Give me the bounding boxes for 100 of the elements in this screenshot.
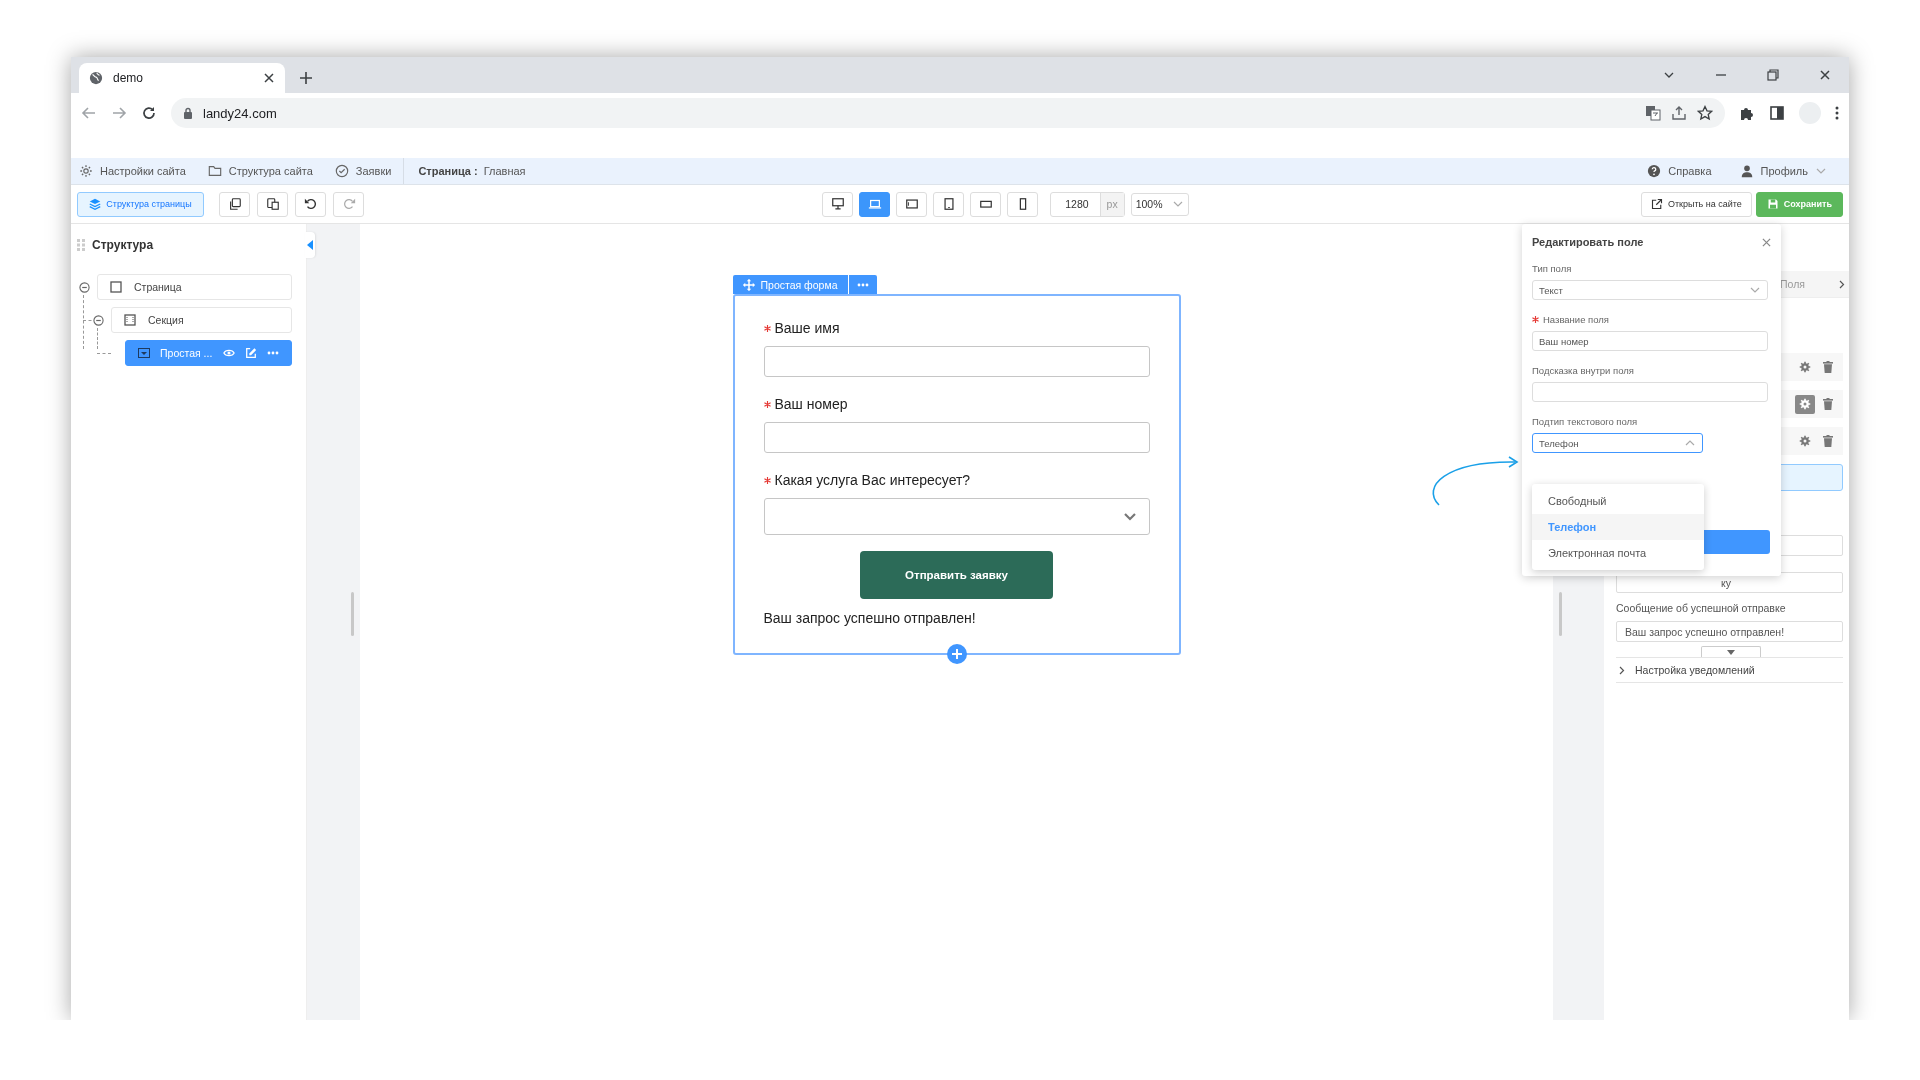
paste-button[interactable] bbox=[257, 191, 288, 217]
field-label: Какая услуга Вас интересует? bbox=[774, 472, 971, 488]
profile-menu[interactable]: Профиль bbox=[1739, 164, 1827, 178]
add-block-icon[interactable] bbox=[946, 644, 967, 664]
close-icon[interactable] bbox=[1819, 69, 1831, 81]
user-icon bbox=[1739, 164, 1754, 178]
copy-icon bbox=[227, 197, 242, 211]
external-link-icon bbox=[1650, 198, 1663, 210]
laptop-icon bbox=[867, 197, 882, 211]
save-icon bbox=[1766, 198, 1779, 210]
help-icon bbox=[1647, 164, 1662, 178]
translate-icon[interactable] bbox=[1645, 105, 1661, 121]
more-icon[interactable] bbox=[267, 351, 279, 355]
input-field[interactable] bbox=[763, 422, 1150, 453]
trash-icon[interactable] bbox=[1823, 361, 1833, 373]
scrollbar[interactable] bbox=[1559, 592, 1562, 636]
chevron-right-icon bbox=[1619, 665, 1625, 675]
browser-tab[interactable]: demo bbox=[79, 63, 285, 93]
page-label: Страница : bbox=[418, 165, 478, 177]
reload-icon[interactable] bbox=[141, 105, 157, 121]
address-bar[interactable]: landy24.com bbox=[171, 98, 1725, 128]
field-label: Подтип текстового поля bbox=[1532, 416, 1638, 427]
select-field[interactable]: Телефон bbox=[1532, 433, 1703, 453]
field-label: Тип поля bbox=[1532, 263, 1572, 274]
notifications-section[interactable]: Настройка уведомлений bbox=[1619, 658, 1849, 682]
input-field[interactable]: Ваш запрос успешно отправлен! bbox=[1616, 621, 1843, 642]
nav-link[interactable]: Структура сайта bbox=[207, 164, 313, 178]
redo-button[interactable] bbox=[333, 191, 364, 217]
undo-button[interactable] bbox=[295, 191, 326, 217]
field-label: Подсказка внутри поля bbox=[1532, 365, 1634, 376]
help-link[interactable]: Справка bbox=[1647, 164, 1712, 178]
close-tab-icon[interactable] bbox=[263, 72, 275, 84]
chevron-down-icon bbox=[1122, 511, 1137, 522]
star-icon[interactable] bbox=[1697, 105, 1713, 121]
tree-item[interactable]: Страница bbox=[97, 274, 292, 300]
input-field[interactable] bbox=[1532, 382, 1768, 402]
block-menu-button[interactable] bbox=[848, 275, 877, 294]
check-circle-icon bbox=[334, 164, 349, 178]
tablet-icon bbox=[941, 197, 956, 211]
dropdown-option[interactable]: Электронная почта bbox=[1532, 540, 1704, 566]
undo-icon bbox=[303, 197, 318, 211]
open-on-site-button[interactable]: Открыть на сайте bbox=[1640, 191, 1752, 217]
layers-icon bbox=[89, 198, 102, 210]
input-field[interactable] bbox=[763, 346, 1150, 377]
field-label: Ваше имя bbox=[774, 320, 840, 336]
tablet-landscape-icon bbox=[904, 197, 919, 211]
tree-item[interactable]: Секция bbox=[111, 307, 292, 333]
move-icon bbox=[742, 278, 755, 291]
select-field[interactable] bbox=[763, 498, 1150, 535]
dropdown-option[interactable]: Свободный bbox=[1532, 488, 1704, 514]
input-field[interactable]: Ваш номер bbox=[1532, 331, 1768, 351]
puzzle-icon[interactable] bbox=[1739, 105, 1755, 121]
form-block[interactable]: Ваше имя Ваш номер Какая услуга Вас интересует? Отправить заявку Ваш запрос успешно отправлен! bbox=[732, 294, 1181, 655]
trash-icon[interactable] bbox=[1823, 398, 1833, 410]
desktop-icon bbox=[830, 197, 845, 211]
expand-tab[interactable] bbox=[1700, 646, 1761, 657]
restore-icon[interactable] bbox=[1767, 69, 1779, 81]
collapse-node-icon[interactable] bbox=[78, 281, 90, 293]
redo-icon bbox=[341, 197, 356, 211]
success-message: Ваш запрос успешно отправлен! bbox=[763, 610, 977, 626]
page-name: Главная bbox=[483, 165, 526, 177]
nav-link[interactable]: Настройки сайта bbox=[79, 164, 186, 178]
globe-icon bbox=[89, 71, 103, 85]
side-panel-icon[interactable] bbox=[1769, 105, 1785, 121]
back-icon[interactable] bbox=[81, 105, 97, 121]
copy-button[interactable] bbox=[219, 191, 250, 217]
new-tab-icon[interactable] bbox=[299, 71, 313, 85]
field-label: Название поля bbox=[1543, 314, 1609, 325]
form-icon bbox=[138, 348, 150, 358]
collapse-icon[interactable] bbox=[305, 232, 315, 258]
close-icon[interactable] bbox=[1762, 237, 1771, 247]
scrollbar[interactable] bbox=[351, 592, 354, 636]
zoom-select[interactable]: 100% bbox=[1130, 192, 1189, 216]
share-icon[interactable] bbox=[1671, 105, 1687, 121]
field-label: Сообщение об успешной отправке bbox=[1616, 602, 1787, 614]
lock-icon bbox=[183, 107, 193, 119]
gear-icon bbox=[79, 164, 93, 178]
page-structure-button[interactable]: Структура страницы bbox=[77, 191, 204, 217]
square-icon bbox=[110, 281, 122, 293]
menu-icon[interactable] bbox=[1835, 106, 1839, 120]
edit-icon[interactable] bbox=[245, 347, 257, 359]
submit-button[interactable]: Отправить заявку bbox=[860, 551, 1053, 599]
width-field[interactable]: 1280 px bbox=[1050, 191, 1125, 217]
popup-title: Редактировать поле bbox=[1532, 236, 1644, 248]
chevron-right-icon[interactable] bbox=[1839, 279, 1845, 289]
select-field[interactable]: Текст bbox=[1532, 280, 1768, 300]
more-icon bbox=[856, 282, 869, 287]
eye-icon[interactable] bbox=[223, 348, 235, 358]
forward-icon[interactable] bbox=[111, 105, 127, 121]
caret-icon bbox=[1726, 649, 1735, 655]
folder-icon bbox=[207, 164, 222, 178]
field-label: Ваш номер bbox=[774, 396, 848, 412]
panel-title: Структура bbox=[92, 238, 154, 252]
collapse-node-icon[interactable] bbox=[92, 314, 104, 326]
paste-icon bbox=[265, 197, 280, 211]
section-icon bbox=[124, 314, 136, 326]
nav-link[interactable]: Заявки bbox=[334, 164, 392, 178]
settings-button[interactable] bbox=[1795, 394, 1815, 414]
trash-icon[interactable] bbox=[1823, 435, 1833, 447]
drag-handle-icon bbox=[77, 239, 85, 251]
